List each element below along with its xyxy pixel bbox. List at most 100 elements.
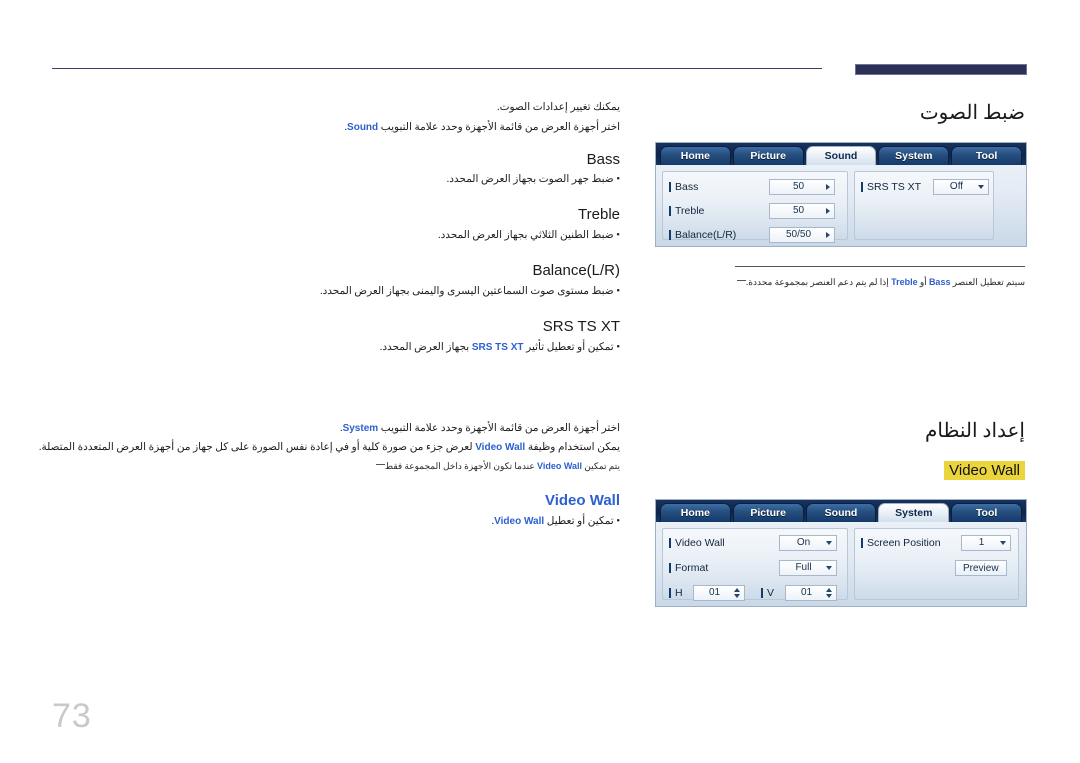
highlighted-feature-label: Video Wall bbox=[944, 461, 1025, 480]
sound-note-suffix: إذا لم يتم دعم العنصر بمجموعة محددة. bbox=[746, 277, 892, 287]
label-video-wall: Video Wall bbox=[669, 537, 779, 549]
row-horizontal[interactable]: H 01 bbox=[669, 584, 749, 601]
desc-bass: • ضبط جهر الصوت بجهاز العرض المحدد. bbox=[446, 174, 620, 185]
label-format-text: Format bbox=[675, 561, 709, 574]
field-srs-ts-xt[interactable]: Off bbox=[933, 178, 989, 195]
label-balance-text: Balance(L/R) bbox=[675, 228, 737, 241]
tab-sound[interactable]: Sound bbox=[805, 503, 877, 522]
desc-videowall: • تمكين أو تعطيل Video Wall. bbox=[492, 515, 620, 527]
stepper-down-icon[interactable] bbox=[734, 593, 740, 598]
label-horizontal: H bbox=[669, 587, 693, 599]
field-balance[interactable]: 50/50 bbox=[769, 226, 835, 243]
chevron-down-icon[interactable] bbox=[1000, 540, 1006, 545]
chevron-down-icon[interactable] bbox=[826, 565, 832, 570]
value-treble: 50 bbox=[792, 204, 805, 216]
videowall-osd-panel: Home Picture Sound System Tool Video Wal… bbox=[655, 499, 1027, 607]
note-term-treble: Treble bbox=[891, 277, 918, 287]
system-intro-prefix: اختر أجهزة العرض من قائمة الأجهزة وحدد ع… bbox=[378, 423, 620, 434]
videowall-desc-prefix: يمكن استخدام وظيفة bbox=[525, 442, 620, 453]
label-balance: Balance(L/R) bbox=[669, 229, 769, 241]
subheading-srs: SRS TS XT bbox=[542, 318, 620, 335]
field-vertical[interactable]: 01 bbox=[785, 584, 837, 601]
row-srs-ts-xt[interactable]: SRS TS XT Off bbox=[861, 178, 989, 195]
tab-home[interactable]: Home bbox=[660, 146, 731, 165]
stepper-down-icon[interactable] bbox=[826, 593, 832, 598]
page-title-sound: ضبط الصوت bbox=[919, 102, 1025, 124]
srs-term: SRS TS XT bbox=[471, 342, 524, 353]
tab-home[interactable]: Home bbox=[660, 503, 731, 522]
label-screen-position: Screen Position bbox=[861, 537, 961, 549]
tab-tool[interactable]: Tool bbox=[951, 503, 1022, 522]
chevron-down-icon[interactable] bbox=[978, 184, 984, 189]
sound-intro-line-1: يمكنك تغيير إعدادات الصوت. bbox=[496, 102, 620, 113]
desc-treble: • ضبط الطنين الثلاثي بجهاز العرض المحدد. bbox=[437, 230, 620, 241]
tab-picture[interactable]: Picture bbox=[732, 146, 804, 165]
subheading-balance: Balance(L/R) bbox=[532, 262, 620, 279]
subheading-treble: Treble bbox=[578, 206, 620, 223]
field-horizontal[interactable]: 01 bbox=[693, 584, 745, 601]
sound-osd-panel: Home Picture Sound System Tool Bass 50 T… bbox=[655, 142, 1027, 247]
row-bass[interactable]: Bass 50 bbox=[669, 178, 841, 195]
subheading-videowall: Video Wall bbox=[544, 492, 620, 509]
value-format: Full bbox=[795, 561, 812, 573]
label-horizontal-text: H bbox=[675, 586, 683, 599]
label-treble: Treble bbox=[669, 205, 769, 217]
desc-srs-suffix: بجهاز العرض المحدد. bbox=[379, 342, 472, 353]
sound-note-mid: أو bbox=[917, 277, 929, 287]
label-format: Format bbox=[669, 562, 779, 574]
subheading-bass: Bass bbox=[586, 151, 620, 168]
row-video-wall[interactable]: Video Wall On bbox=[669, 534, 841, 551]
row-screen-position[interactable]: Screen Position 1 bbox=[861, 534, 1014, 551]
row-format[interactable]: Format Full bbox=[669, 559, 841, 576]
header-accent-block bbox=[855, 64, 1027, 75]
tab-picture[interactable]: Picture bbox=[732, 503, 804, 522]
sound-note-text: سيتم تعطيل العنصر Bass أو Treble إذا لم … bbox=[735, 277, 1025, 288]
arrow-right-icon[interactable] bbox=[826, 231, 830, 238]
desc-videowall-prefix: • تمكين أو تعطيل bbox=[544, 516, 620, 527]
stepper-horizontal[interactable] bbox=[734, 587, 740, 598]
field-treble[interactable]: 50 bbox=[769, 202, 835, 219]
desc-srs: • تمكين أو تعطيل تأثير SRS TS XT بجهاز ا… bbox=[380, 341, 620, 353]
preview-button-row[interactable]: Preview bbox=[955, 559, 1007, 576]
videowall-note-suffix: عندما تكون الأجهزة داخل المجموعة فقط bbox=[384, 461, 538, 471]
desc-srs-prefix: • تمكين أو تعطيل تأثير bbox=[523, 342, 620, 353]
stepper-up-icon[interactable] bbox=[734, 587, 740, 592]
label-video-wall-text: Video Wall bbox=[675, 536, 725, 549]
arrow-right-icon[interactable] bbox=[826, 207, 830, 214]
tab-sound[interactable]: Sound bbox=[805, 146, 877, 165]
value-horizontal: 01 bbox=[708, 586, 721, 598]
bullet-tick-icon bbox=[761, 587, 763, 598]
value-bass: 50 bbox=[792, 180, 805, 192]
field-bass[interactable]: 50 bbox=[769, 178, 835, 195]
field-screen-position[interactable]: 1 bbox=[961, 534, 1011, 551]
sound-left-pane: Bass 50 Treble 50 Balance(L/R) 50/50 bbox=[662, 171, 848, 243]
bullet-tick-icon bbox=[861, 181, 863, 192]
tab-system[interactable]: System bbox=[878, 503, 950, 522]
value-vertical: 01 bbox=[800, 586, 813, 598]
label-srs-ts-xt: SRS TS XT bbox=[861, 181, 933, 193]
stepper-vertical[interactable] bbox=[826, 587, 832, 598]
tab-system[interactable]: System bbox=[878, 146, 950, 165]
row-balance[interactable]: Balance(L/R) 50/50 bbox=[669, 226, 841, 243]
label-vertical: V bbox=[761, 587, 785, 599]
label-treble-text: Treble bbox=[675, 204, 705, 217]
arrow-right-icon[interactable] bbox=[826, 183, 830, 190]
bullet-tick-icon bbox=[669, 562, 671, 573]
bullet-tick-icon bbox=[861, 537, 863, 548]
tab-tool[interactable]: Tool bbox=[951, 146, 1022, 165]
preview-button[interactable]: Preview bbox=[955, 559, 1007, 576]
row-treble[interactable]: Treble 50 bbox=[669, 202, 841, 219]
value-screen-position: 1 bbox=[978, 536, 985, 548]
videowall-note: يتم تمكين Video Wall عندما تكون الأجهزة … bbox=[374, 461, 620, 472]
bullet-tick-icon bbox=[669, 587, 671, 598]
videowall-description: يمكن استخدام وظيفة Video Wall لعرض جزء م… bbox=[39, 441, 620, 453]
chevron-down-icon[interactable] bbox=[826, 540, 832, 545]
label-screen-position-text: Screen Position bbox=[867, 536, 941, 549]
bullet-tick-icon bbox=[669, 229, 671, 240]
field-format[interactable]: Full bbox=[779, 559, 837, 576]
field-video-wall[interactable]: On bbox=[779, 534, 837, 551]
page-number: 73 bbox=[52, 697, 92, 735]
row-vertical[interactable]: V 01 bbox=[761, 584, 841, 601]
stepper-up-icon[interactable] bbox=[826, 587, 832, 592]
sound-intro-prefix: اختر أجهزة العرض من قائمة الأجهزة وحدد ع… bbox=[378, 122, 620, 133]
